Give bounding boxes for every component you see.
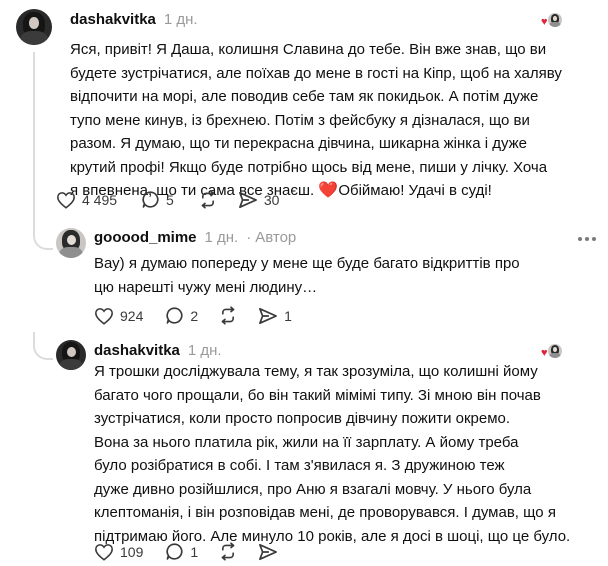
separator: · (246, 229, 252, 246)
repost-button[interactable] (218, 306, 238, 325)
share-button[interactable] (258, 543, 278, 561)
comment-icon (142, 191, 159, 208)
send-icon (259, 543, 278, 560)
avatar[interactable] (56, 340, 86, 370)
repost-button[interactable] (198, 190, 218, 209)
heart-icon (57, 191, 75, 209)
reply-post: gooood_mime 1 дн. · Автор Вау) я думаю п… (0, 222, 608, 332)
heart-icon (95, 543, 113, 561)
repost-icon (201, 190, 215, 209)
author-avatar (547, 343, 563, 359)
repost-button[interactable] (218, 542, 238, 561)
liked-by-author-badge[interactable]: ♥ (541, 12, 563, 30)
share-button[interactable]: 1 (258, 307, 292, 325)
username[interactable]: gooood_mime (94, 229, 197, 246)
post-header: gooood_mime 1 дн. · Автор (94, 229, 296, 246)
send-icon (259, 307, 278, 324)
thread-line (33, 52, 35, 234)
post-2: dashakvitka 1 дн. ♥ Я трошки досліджувал… (0, 332, 608, 566)
thread-connector (33, 332, 53, 360)
more-dot (578, 237, 582, 241)
action-bar: 924 2 1 (94, 306, 314, 325)
comment-button[interactable]: 2 (165, 306, 198, 325)
thread-connector (33, 222, 53, 250)
heart-emoji: ❤️ (318, 182, 339, 199)
like-count: 924 (120, 307, 144, 324)
liked-by-author-badge[interactable]: ♥ (541, 343, 563, 361)
post-text: Вау) я думаю попереду у мене ще буде баг… (94, 255, 520, 296)
action-bar: 109 1 (94, 542, 300, 561)
like-count: 4 495 (82, 191, 118, 208)
comment-icon (166, 543, 183, 560)
like-button[interactable]: 109 (94, 543, 143, 561)
send-icon (238, 191, 257, 208)
share-count: 1 (284, 307, 292, 324)
like-button[interactable]: 4 495 (56, 191, 117, 209)
like-count: 109 (120, 543, 144, 560)
comment-count: 5 (166, 191, 174, 208)
username[interactable]: dashakvitka (70, 11, 156, 28)
author-tag: Автор (255, 229, 297, 246)
more-options-button[interactable] (578, 237, 596, 241)
timestamp[interactable]: 1 дн. (205, 229, 239, 246)
author-avatar (547, 12, 563, 28)
username[interactable]: dashakvitka (94, 342, 180, 359)
more-dot (585, 237, 589, 241)
comment-icon (166, 307, 183, 324)
post-header: dashakvitka 1 дн. (70, 11, 198, 28)
avatar[interactable] (56, 228, 86, 258)
comment-count: 2 (190, 307, 199, 324)
share-count: 30 (263, 191, 280, 208)
comment-button[interactable]: 1 (165, 542, 198, 561)
post-header: dashakvitka 1 дн. (94, 342, 222, 359)
share-button[interactable]: 30 (238, 191, 280, 209)
post-1: dashakvitka 1 дн. ♥ Яся, привіт! Я Даша,… (0, 0, 608, 234)
avatar[interactable] (16, 9, 52, 45)
timestamp[interactable]: 1 дн. (188, 342, 222, 359)
comment-button[interactable]: 5 (141, 190, 174, 209)
post-text: Я трошки досліджувала тему, я так зрозум… (94, 363, 571, 545)
post-text: Яся, привіт! Я Даша, колишня Славина до … (70, 41, 562, 199)
heart-icon (95, 307, 113, 325)
repost-icon (221, 542, 235, 561)
comment-count: 1 (190, 543, 199, 560)
more-dot (592, 237, 596, 241)
action-bar: 4 495 5 30 (56, 190, 301, 209)
timestamp[interactable]: 1 дн. (164, 11, 198, 28)
like-button[interactable]: 924 (94, 307, 143, 325)
repost-icon (221, 306, 235, 325)
